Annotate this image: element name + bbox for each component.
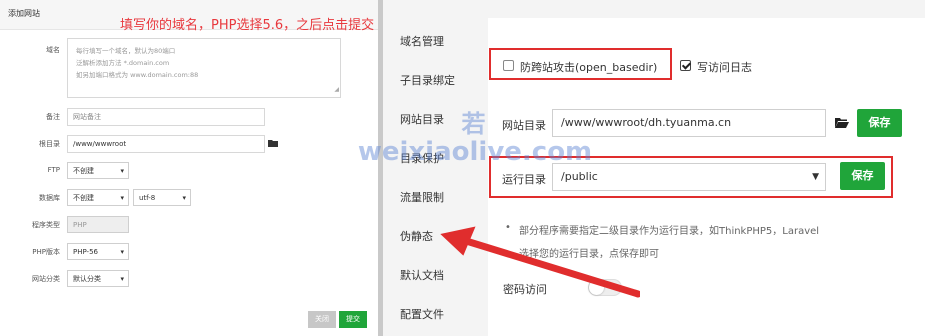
annotation-arrow-icon (440, 226, 640, 298)
access-log-checkbox[interactable] (680, 60, 691, 71)
domain-textarea[interactable]: 每行填写一个域名，默认为80端口 泛解析添加方法 *.domain.com 如另… (67, 38, 341, 98)
site-category-select[interactable]: 默认分类 ▾ (67, 270, 129, 287)
program-type-value: PHP (73, 221, 87, 229)
remark-label: 备注 (46, 113, 60, 121)
sidebar-item-domain-management[interactable]: 域名管理 (400, 33, 444, 49)
resize-handle-icon[interactable]: ◢ (334, 84, 339, 96)
chevron-down-icon: ▾ (120, 167, 124, 175)
close-button[interactable]: 关闭 (308, 311, 336, 328)
program-type-select: PHP (67, 216, 129, 233)
domain-label: 域名 (46, 46, 60, 54)
folder-icon[interactable] (268, 139, 278, 147)
save-run-dir-button[interactable]: 保存 (840, 162, 885, 190)
run-dir-select[interactable]: /public ▼ (552, 163, 826, 191)
sidebar-item-subdir-binding[interactable]: 子目录绑定 (400, 72, 455, 88)
save-site-dir-button[interactable]: 保存 (857, 109, 902, 137)
chevron-down-icon: ▾ (120, 194, 124, 202)
charset-select[interactable]: utf-8 ▾ (133, 189, 191, 206)
dialog-title: 添加网站 (8, 9, 40, 18)
remark-input[interactable]: 网站备注 (67, 108, 265, 126)
site-category-label: 网站分类 (32, 275, 60, 283)
database-select[interactable]: 不创建 ▾ (67, 189, 129, 206)
add-site-dialog: 添加网站 填写你的域名，PHP选择5.6，之后点击提交 域名 每行填写一个域名，… (0, 0, 378, 336)
sidebar-item-traffic-limit[interactable]: 流量限制 (400, 189, 444, 205)
run-dir-value: /public (561, 170, 598, 183)
root-input[interactable]: /www/wwwroot (67, 135, 265, 153)
database-label: 数据库 (39, 194, 60, 202)
ftp-select[interactable]: 不创建 ▾ (67, 162, 129, 179)
php-version-label: PHP版本 (32, 248, 60, 256)
annotation-text: 填写你的域名，PHP选择5.6，之后点击提交 (120, 18, 375, 33)
chevron-down-icon: ▾ (182, 194, 186, 202)
ftp-label: FTP (47, 166, 60, 174)
anti-xss-label: 防跨站攻击(open_basedir) (520, 61, 658, 74)
sidebar-item-site-directory[interactable]: 网站目录 (400, 111, 444, 127)
chevron-down-icon: ▾ (120, 248, 124, 256)
sidebar-item-directory-protection[interactable]: 目录保护 (400, 150, 444, 166)
domain-placeholder-line: 泛解析添加方法 *.domain.com (76, 59, 170, 67)
chevron-down-icon: ▼ (812, 172, 819, 182)
site-category-value: 默认分类 (73, 275, 101, 283)
access-log-label: 写访问日志 (697, 61, 752, 74)
chevron-down-icon: ▾ (120, 275, 124, 283)
site-dir-input[interactable]: /www/wwwroot/dh.tyuanma.cn (552, 109, 826, 137)
php-version-select[interactable]: PHP-56 ▾ (67, 243, 129, 260)
root-label: 根目录 (39, 140, 60, 148)
domain-placeholder-line: 如另加端口格式为 www.domain.com:88 (76, 71, 199, 79)
submit-button[interactable]: 提交 (339, 311, 367, 328)
ftp-select-value: 不创建 (73, 167, 94, 175)
database-select-value: 不创建 (73, 194, 94, 202)
domain-placeholder-line: 每行填写一个域名，默认为80端口 (76, 47, 176, 55)
folder-icon[interactable] (835, 117, 849, 128)
panel-top-bar (488, 0, 925, 18)
php-version-value: PHP-56 (73, 248, 98, 256)
sidebar-item-config-file[interactable]: 配置文件 (400, 306, 444, 322)
site-dir-label: 网站目录 (502, 119, 546, 132)
charset-select-value: utf-8 (139, 194, 156, 202)
program-type-label: 程序类型 (32, 221, 60, 229)
anti-xss-checkbox[interactable] (503, 60, 514, 71)
run-dir-label: 运行目录 (502, 173, 546, 186)
screenshot-root: 添加网站 填写你的域名，PHP选择5.6，之后点击提交 域名 每行填写一个域名，… (0, 0, 925, 336)
